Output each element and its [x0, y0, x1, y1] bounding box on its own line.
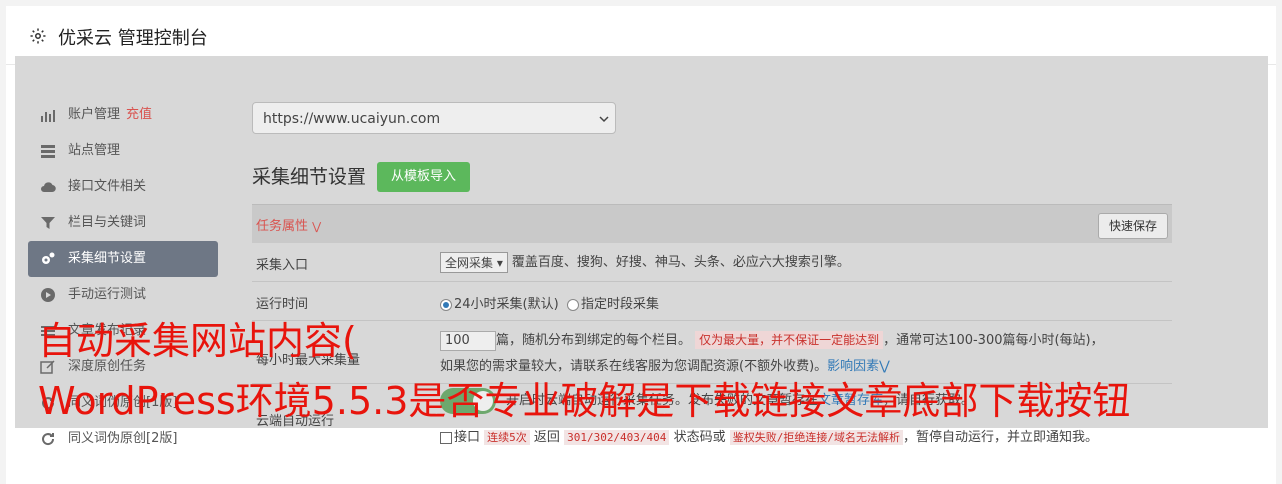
- hourly-max-input[interactable]: 100: [440, 330, 496, 351]
- code-auth: 鉴权失败/拒绝连接/域名无法解析: [729, 430, 903, 445]
- code-status: 301/302/403/404: [564, 430, 670, 445]
- sidebar-item-label: 同义词伪原创[2版]: [68, 431, 178, 446]
- influence-factors-link[interactable]: 影响因素⋁: [827, 359, 890, 374]
- sidebar-item-sites[interactable]: 站点管理: [28, 133, 218, 169]
- row-collect-entry: 采集入口 全网采集 ▾ 覆盖百度、搜狗、好搜、神马、头条、必应六大搜索引擎。: [252, 243, 1172, 282]
- sidebar-item-label: 站点管理: [68, 143, 121, 158]
- task-properties-toggle[interactable]: 任务属性 ⋁: [256, 215, 321, 234]
- section-title: 采集细节设置: [252, 166, 367, 188]
- hourly-text: 篇，随机分布到绑定的每个栏目。: [496, 333, 692, 348]
- radio-24h-label: 24小时采集(默认): [454, 297, 559, 312]
- sidebar-item-label: 手动运行测试: [68, 287, 147, 302]
- overlay-headline-line1: 自动采集网站内容(: [38, 319, 357, 363]
- radio-scheduled-label: 指定时段采集: [580, 297, 659, 312]
- row-label: 运行时间: [256, 297, 309, 312]
- refresh-icon: [42, 433, 55, 446]
- sidebar-item-categories-keywords[interactable]: 栏目与关键词: [28, 205, 218, 241]
- server-icon: [41, 145, 55, 158]
- hourly-text-2: ，通常可达100-300篇每小时(每站)，: [883, 333, 1104, 348]
- quick-save-button[interactable]: 快速保存: [1098, 213, 1168, 239]
- check-text-2: 返回: [533, 430, 560, 445]
- cloud-upload-icon: [41, 182, 56, 193]
- row-label: 采集入口: [256, 258, 309, 273]
- play-icon: [41, 288, 55, 302]
- check-text-3: 状态码或: [673, 430, 726, 445]
- gear-icon: [30, 28, 46, 44]
- overlay-headline-line2: WordPress环境5.5.3是否专业破解是下载链接文章底部下载按钮: [38, 379, 1131, 423]
- row-value: 24小时采集(默认) 指定时段采集: [440, 293, 659, 312]
- sidebar-item-label: 采集细节设置: [68, 251, 147, 266]
- check-text: 接口: [454, 430, 481, 445]
- bar-chart-icon: [41, 110, 55, 122]
- row-value: 全网采集 ▾ 覆盖百度、搜狗、好搜、神马、头条、必应六大搜索引擎。: [440, 251, 850, 273]
- site-select-value: https://www.ucaiyun.com: [263, 111, 441, 127]
- row-value: 100 篇，随机分布到绑定的每个栏目。 仅为最大量，并不保证一定能达到 ，通常可达1…: [440, 327, 1170, 380]
- import-template-button[interactable]: 从模板导入: [377, 162, 470, 192]
- task-properties-header: 任务属性 ⋁ 快速保存: [252, 204, 1172, 243]
- row-hourly-max: 每小时最大采集量 100 篇，随机分布到绑定的每个栏目。 仅为最大量，并不保证一定…: [252, 321, 1172, 384]
- collect-entry-desc: 覆盖百度、搜狗、好搜、神马、头条、必应六大搜索引擎。: [511, 255, 850, 270]
- sidebar-item-manual-run[interactable]: 手动运行测试: [28, 277, 218, 313]
- page-title: 优采云 管理控制台: [58, 28, 208, 49]
- filter-icon: [41, 217, 55, 229]
- sidebar-item-label: 栏目与关键词: [68, 215, 147, 230]
- site-select[interactable]: https://www.ucaiyun.com: [252, 102, 616, 134]
- collect-entry-select[interactable]: 全网采集 ▾: [440, 252, 508, 273]
- hourly-warning: 仅为最大量，并不保证一定能达到: [695, 331, 884, 349]
- sidebar-item-synonym-v2[interactable]: 同义词伪原创[2版]: [28, 421, 218, 457]
- gears-icon: [42, 252, 55, 264]
- row-run-time: 运行时间 24小时采集(默认) 指定时段采集: [252, 282, 1172, 321]
- sidebar-item-label: 接口文件相关: [68, 179, 147, 194]
- radio-24h[interactable]: [440, 298, 452, 311]
- chevron-down-icon: ⋁: [312, 220, 322, 233]
- hourly-text-3: 如果您的需求量较大，请联系在线客服为您调配资源(不额外收费)。: [440, 359, 828, 374]
- recharge-link[interactable]: 充值: [126, 107, 152, 122]
- settings-form: 任务属性 ⋁ 快速保存 采集入口 全网采集 ▾ 覆盖百度、搜狗、好搜、神马、头条、…: [252, 204, 1172, 468]
- check-text-4: ，暂停自动运行，并立即通知我。: [902, 430, 1098, 445]
- sidebar-item-account[interactable]: 账户管理 充值: [28, 97, 218, 133]
- pause-on-error-checkbox[interactable]: [440, 431, 452, 444]
- sidebar-item-collect-settings[interactable]: 采集细节设置: [28, 241, 218, 277]
- code-consecutive: 连续5次: [484, 430, 530, 445]
- radio-scheduled[interactable]: [566, 298, 579, 311]
- chevron-down-icon: [599, 116, 609, 123]
- sidebar-item-interface-files[interactable]: 接口文件相关: [28, 169, 218, 205]
- sidebar-item-label: 账户管理: [68, 107, 121, 122]
